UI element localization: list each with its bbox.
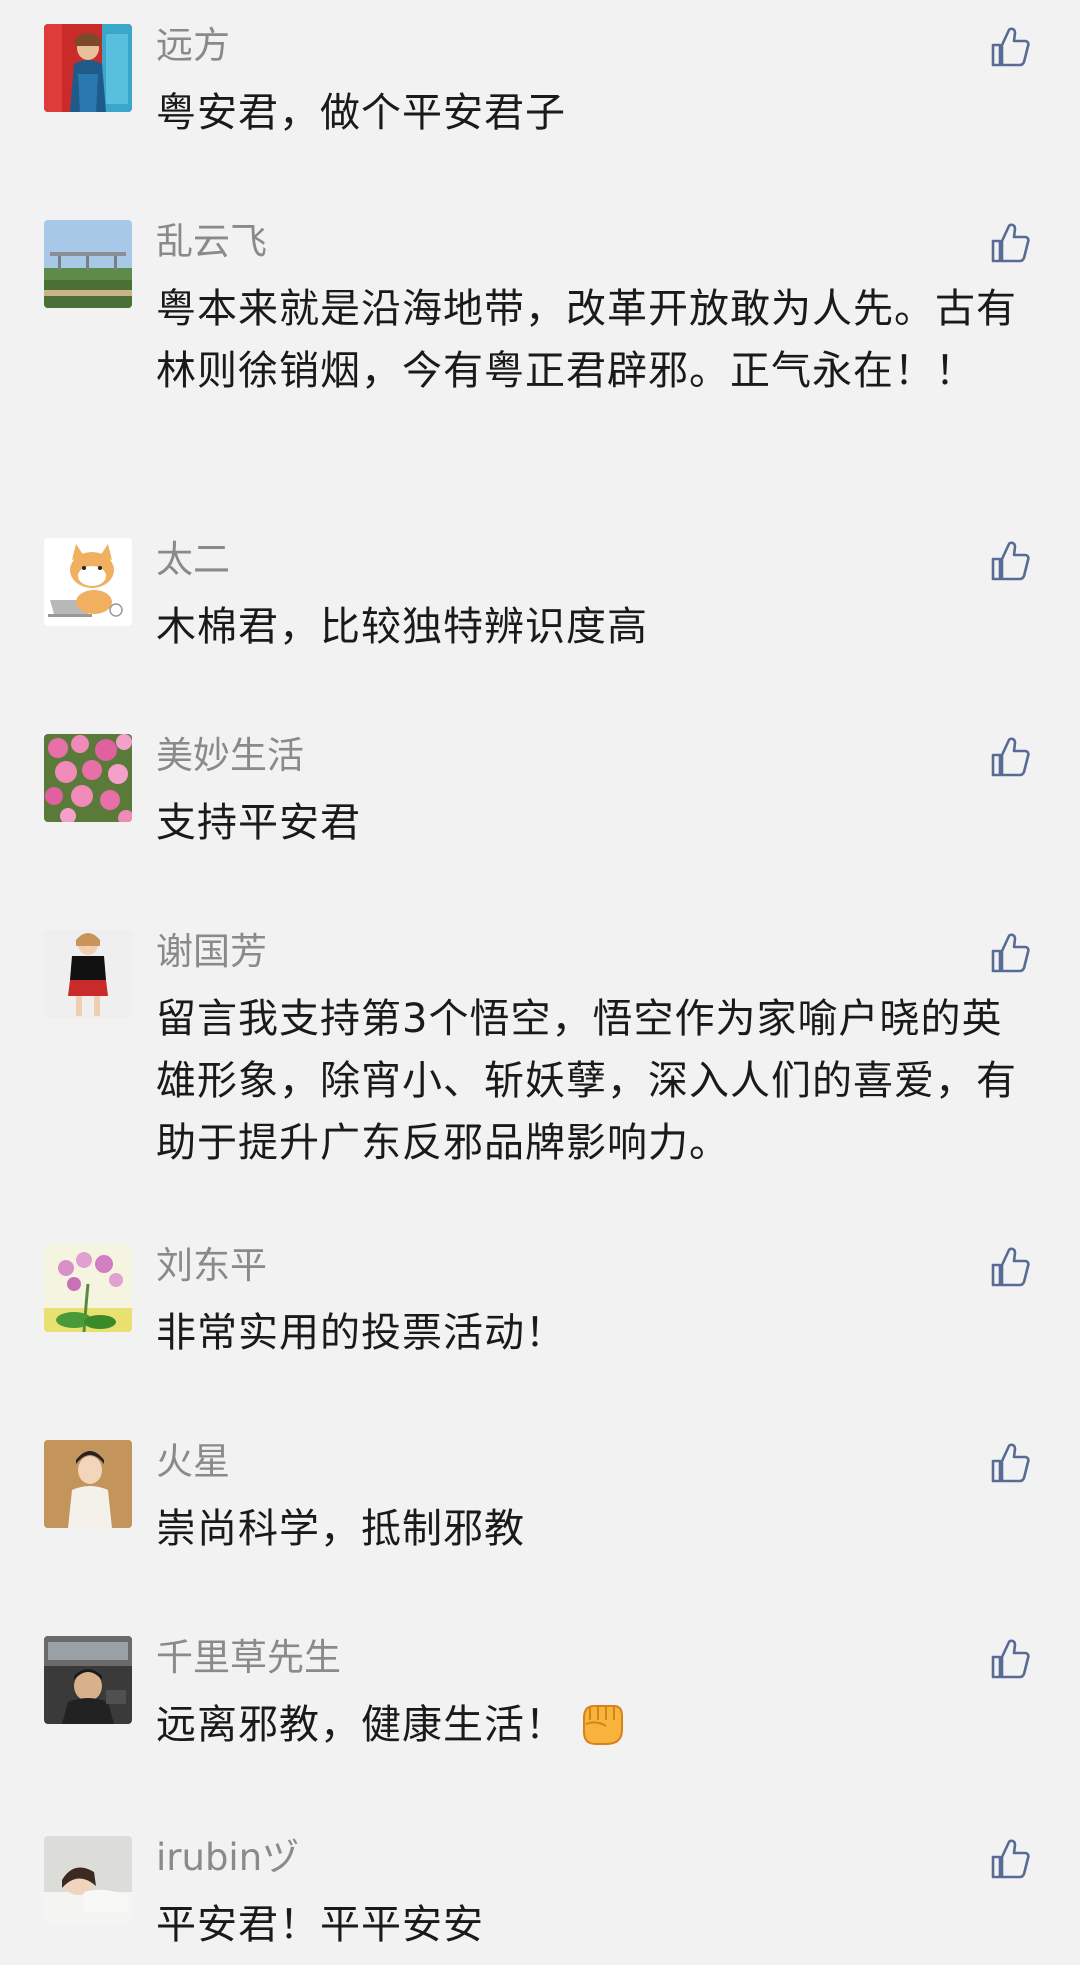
thumbs-up-icon[interactable] (990, 222, 1030, 264)
comment-author[interactable]: 太二 (156, 536, 230, 584)
comment-author[interactable]: 刘东平 (156, 1242, 267, 1290)
comment-author[interactable]: 火星 (156, 1438, 230, 1486)
avatar[interactable] (44, 220, 132, 308)
comment-text: 平安君！平平安安 (156, 1902, 484, 1948)
comment-text: 支持平安君 (156, 800, 361, 846)
avatar[interactable] (44, 734, 132, 822)
avatar[interactable] (44, 1836, 132, 1924)
avatar[interactable] (44, 1636, 132, 1724)
comment-author[interactable]: 美妙生活 (156, 732, 304, 780)
comment-author[interactable]: 乱云飞 (156, 218, 267, 266)
comment-author[interactable]: 千里草先生 (156, 1634, 341, 1682)
comment-text: 木棉君，比较独特辨识度高 (156, 604, 648, 650)
comment-author[interactable]: irubinヅ (156, 1834, 299, 1882)
thumbs-up-icon[interactable] (990, 932, 1030, 974)
comment-text: 粤安君，做个平安君子 (156, 90, 566, 136)
avatar[interactable] (44, 930, 132, 1018)
comment-text: 崇尚科学，抵制邪教 (156, 1506, 525, 1552)
thumbs-up-icon[interactable] (990, 1838, 1030, 1880)
thumbs-up-icon[interactable] (990, 1442, 1030, 1484)
avatar[interactable] (44, 24, 132, 112)
thumbs-up-icon[interactable] (990, 1638, 1030, 1680)
avatar[interactable] (44, 538, 132, 626)
comment-text: 非常实用的投票活动！ (156, 1310, 566, 1356)
comment-text-content: 远离邪教，健康生活！ (156, 1702, 566, 1748)
thumbs-up-icon[interactable] (990, 736, 1030, 778)
fist-emoji (576, 1696, 628, 1748)
comment-author[interactable]: 谢国芳 (156, 928, 267, 976)
comment-text: 粤本来就是沿海地带，改革开放敢为人先。古有林则徐销烟，今有粤正君辟邪。正气永在！… (156, 286, 1017, 394)
thumbs-up-icon[interactable] (990, 26, 1030, 68)
comment-text: 留言我支持第3个悟空，悟空作为家喻户晓的英雄形象，除宵小、斩妖孽，深入人们的喜爱… (156, 996, 1017, 1166)
thumbs-up-icon[interactable] (990, 540, 1030, 582)
comment-author[interactable]: 远方 (156, 22, 230, 70)
thumbs-up-icon[interactable] (990, 1246, 1030, 1288)
avatar[interactable] (44, 1440, 132, 1528)
comment-text: 远离邪教，健康生活！ (156, 1694, 1036, 1756)
avatar[interactable] (44, 1244, 132, 1332)
